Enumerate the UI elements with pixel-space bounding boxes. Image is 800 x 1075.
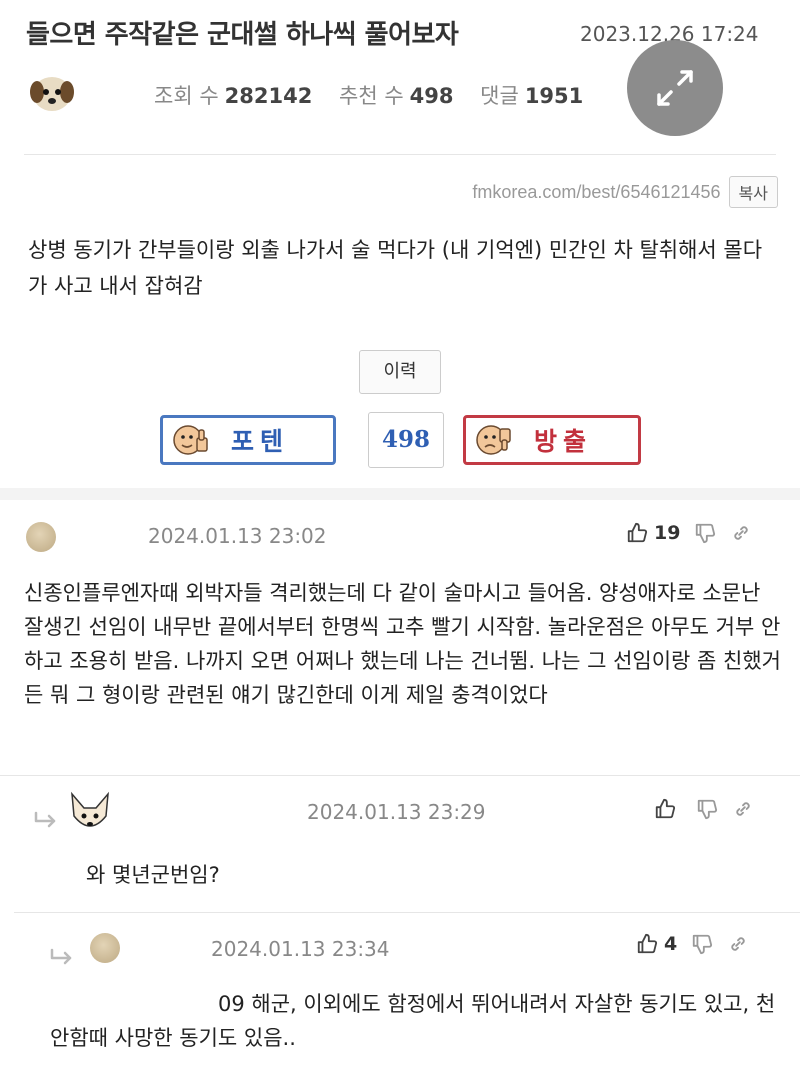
comment-date: 2024.01.13 23:34 [211,937,390,961]
expand-arrows-icon [657,70,693,106]
reply-arrow-icon [34,811,56,828]
comment-downvote-button[interactable] [694,522,716,544]
comment-actions: 4 [622,933,749,955]
link-icon [734,526,749,540]
link-icon [736,802,750,816]
comments-label: 댓글 [480,84,519,108]
copy-url-button[interactable]: 복사 [728,176,778,208]
comment-upvote-button[interactable]: 4 [636,933,677,955]
reply-arrow-icon [50,948,72,965]
vote-up-button[interactable]: 포텐 [160,415,336,465]
post-body: 상병 동기가 간부들이랑 외출 나가서 술 먹다가 (내 기억엔) 민간인 차 … [28,238,763,298]
post-title[interactable]: 들으면 주작같은 군대썰 하나씩 풀어보자 [26,14,459,51]
thumbs-down-icon [693,934,713,955]
comment-link-button[interactable] [732,798,754,820]
post-stats: 조회 수 282142 추천 수 498 댓글 1951 [154,80,603,110]
thumbs-up-face-icon [173,425,208,455]
thumbs-down-icon [697,799,718,820]
comment-downvote-button[interactable] [696,798,718,820]
recommend-label: 추천 수 [339,84,404,108]
comment-date: 2024.01.13 23:02 [148,524,327,548]
comment-upvote-button[interactable]: 19 [626,522,680,544]
link-icon [731,937,745,951]
views-label: 조회 수 [154,84,219,108]
comment-text: 와 몇년군번임? [86,863,220,887]
vote-down-button[interactable]: 방출 [463,415,641,465]
post-header: 들으면 주작같은 군대썰 하나씩 풀어보자 2023.12.26 17:24 조… [0,0,800,150]
comment-date: 2024.01.13 23:29 [307,800,486,824]
comment-upvote-count: 4 [664,933,678,955]
history-button[interactable]: 이력 [359,350,441,394]
comment-avatar[interactable] [66,790,114,838]
comment-text: 신종인플루엔자때 외박자들 격리했는데 다 같이 술마시고 들어옴. 양성애자로… [24,581,782,707]
reply-comment: 2024.01.13 23:34 4 09 해군, 이외에도 함정에서 뛰어내려… [0,913,800,1075]
thumbs-down-face-icon [476,425,511,455]
comment-text: 09 해군, 이외에도 함정에서 뛰어내려서 자살한 동기도 있고, 천안함때 … [50,992,776,1050]
comment-upvote-button[interactable] [654,798,682,820]
reply-comment: 2024.01.13 23:29 와 몇년군번임? [0,776,800,912]
comment-avatar[interactable] [90,933,120,963]
views-count: 282142 [224,84,313,108]
comment: 2024.01.13 23:02 19 신종인플루엔자때 외박자들 격리했는데 … [0,500,800,775]
comment-link-button[interactable] [727,933,749,955]
comment-actions [640,798,754,820]
section-separator [0,488,800,500]
vote-up-label: 포텐 [231,427,290,456]
comment-upvote-count: 19 [654,522,681,544]
vote-count: 498 [368,412,444,468]
thumbs-up-icon [627,522,648,543]
header-divider [24,154,776,155]
vote-down-label: 방출 [534,427,593,456]
expand-image-button[interactable] [627,40,723,136]
comments-count[interactable]: 1951 [525,84,583,108]
url-row: fmkorea.com/best/6546121456 복사 [472,176,778,208]
comment-actions: 19 [612,522,752,544]
thumbs-up-icon [655,798,676,819]
thumbs-up-icon [637,933,658,954]
post-url[interactable]: fmkorea.com/best/6546121456 [472,182,720,203]
recommend-count: 498 [409,84,454,108]
thumbs-down-icon [696,523,716,544]
comment-link-button[interactable] [730,522,752,544]
comment-avatar[interactable] [26,522,56,552]
author-avatar[interactable] [28,70,76,116]
comment-downvote-button[interactable] [691,933,713,955]
